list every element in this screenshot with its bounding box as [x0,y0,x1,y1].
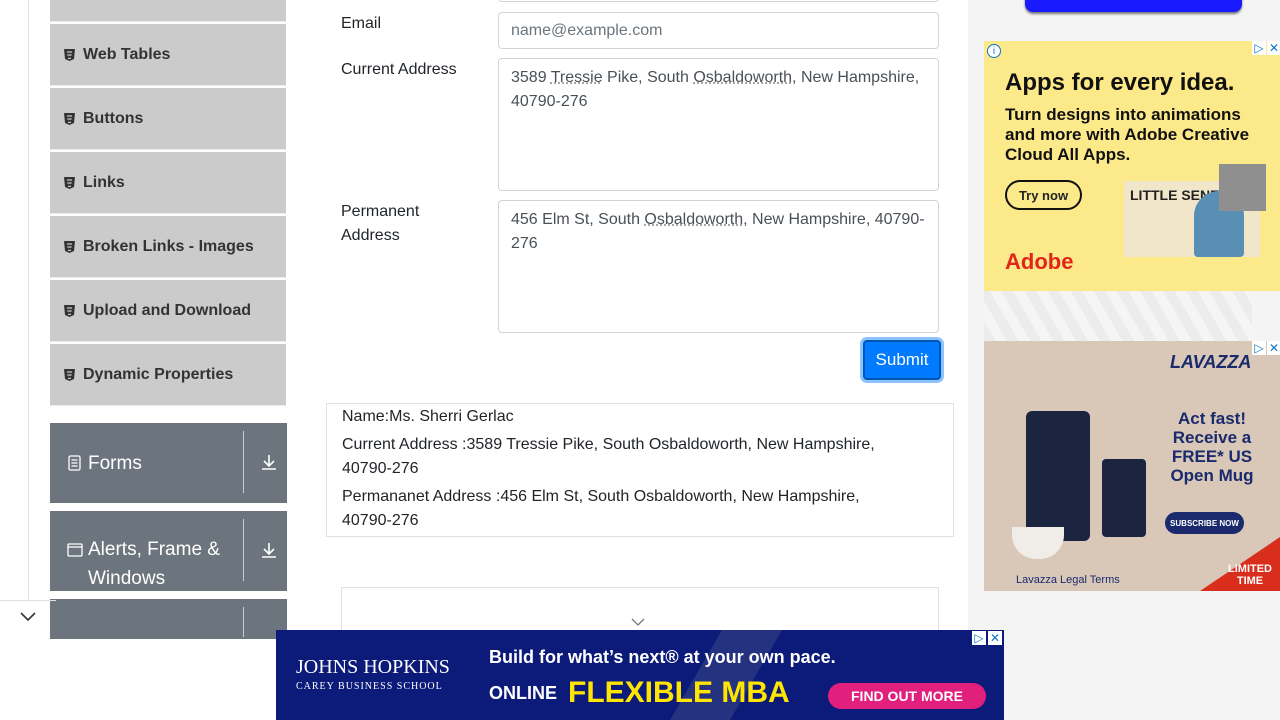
sidebar-item-previous[interactable] [50,0,286,22]
submit-button[interactable]: Submit [863,340,941,380]
sidebar-group-title: Alerts, Frame & Windows [88,539,220,589]
limited-time-label: LIMITED TIME [1228,563,1272,587]
current-address-label: Current Address [341,61,457,78]
sidebar-group-forms[interactable]: Forms [50,423,287,503]
sidebar-item-upload-download[interactable]: Upload and Download [50,280,286,342]
sidebar-item-label: Dynamic Properties [83,365,234,383]
html5-icon [64,304,75,317]
output-permanent-address: Permananet Address :456 Elm St, South Os… [342,488,860,529]
spellcheck-word: Tressie [550,69,603,86]
ad-tagline: Build for what’s next® at your own pace. [489,647,836,667]
coffee-bag-image [1026,411,1090,541]
output-name: Name:Ms. Sherri Gerlac [342,408,514,425]
spellcheck-word: Osbaldoworth [644,211,744,228]
ad-online-label: ONLINE [489,683,558,703]
sidebar-group-alerts[interactable]: Alerts, Frame & Windows [50,511,287,591]
spellcheck-word: Osbaldoworth [693,69,793,86]
html5-icon [64,176,75,189]
jhu-banner-ad[interactable]: JOHNS HOPKINS CAREY BUSINESS SCHOOL Build… [276,630,1004,720]
html5-icon [64,368,75,381]
output-current-address: Current Address :3589 Tressie Pike, Sout… [342,436,875,477]
permanent-address-field[interactable]: 456 Elm St, South Osbaldoworth, New Hamp… [498,200,939,333]
previous-input[interactable] [498,0,939,2]
lavazza-ad[interactable]: LAVAZZA Act fast! Receive a FREE* US Ope… [984,341,1280,591]
ad-info-icon[interactable]: ▷ [972,631,986,645]
collapse-toggle[interactable] [0,600,56,628]
divider [243,519,244,581]
sidebar-item-buttons[interactable]: Buttons [50,88,286,150]
close-icon[interactable]: ✕ [988,631,1002,645]
adobe-logo: Adobe [1005,249,1074,274]
pattern-background [984,291,1252,341]
text: Pike, South [602,69,694,86]
email-label: Email [341,15,382,32]
document-icon [67,455,82,471]
sidebar-item-label: Buttons [83,109,144,127]
close-icon[interactable]: ✕ [1267,41,1280,55]
current-address-field[interactable]: 3589 Tressie Pike, South Osbaldoworth, N… [498,58,939,191]
download-icon[interactable] [260,541,278,564]
sidebar-item-label: Broken Links - Images [83,237,254,255]
ad-headline: Act fast! Receive a FREE* US Open Mug [1170,409,1254,485]
subscribe-button[interactable]: SUBSCRIBE NOW [1165,512,1244,534]
school-name: JOHNS HOPKINS [296,656,450,678]
coffee-bag-image [1102,459,1146,537]
text: 3589 [511,69,551,86]
ad-info-icon[interactable]: ▷ [1252,341,1266,355]
sidebar-item-links[interactable]: Links [50,152,286,214]
sidebar-group-next[interactable] [50,599,287,639]
adobe-ad[interactable]: Apps for every idea. Turn designs into a… [984,41,1280,291]
adchoices-icon[interactable]: i [987,44,1001,58]
divider [243,607,244,637]
window-icon [67,543,83,559]
sidebar-item-label: Links [83,173,125,191]
output-panel: Name:Ms. Sherri Gerlac Current Address :… [326,403,954,537]
text: 456 Elm St, South [511,211,645,228]
school-subtitle: CAREY BUSINESS SCHOOL [296,681,443,692]
coffee-cup-image [1012,527,1064,559]
sidebar-group-title: Forms [88,452,142,474]
sidebar-item-dynamic-properties[interactable]: Dynamic Properties [50,344,286,406]
permanent-address-label: Permanent Address [341,203,420,244]
sidebar-item-label: Upload and Download [83,301,251,319]
school-logo: JOHNS HOPKINS CAREY BUSINESS SCHOOL [296,657,450,697]
ad-body: Turn designs into animations and more wi… [1005,105,1250,164]
legal-link[interactable]: Lavazza Legal Terms [1016,574,1120,586]
left-rail-divider [28,0,29,600]
ad-program: FLEXIBLE MBA [568,676,790,709]
download-icon[interactable] [260,453,278,476]
close-icon[interactable]: ✕ [1267,341,1280,355]
divider [243,431,244,493]
html5-icon [64,48,75,61]
html5-icon [64,240,75,253]
overlay-block [1219,164,1266,211]
try-now-button[interactable]: Try now [1005,180,1082,210]
ad-headline: Apps for every idea. [1005,69,1235,96]
find-out-more-button[interactable]: FIND OUT MORE [828,683,986,709]
ad-info-icon[interactable]: ▷ [1252,41,1266,55]
email-field[interactable]: name@example.com [498,12,939,49]
chevron-down-icon [20,609,36,627]
sidebar-item-broken-links[interactable]: Broken Links - Images [50,216,286,278]
ad-button[interactable] [1025,0,1242,12]
html5-icon [64,112,75,125]
sidebar-item-label: Web Tables [83,45,171,63]
page: Web Tables Buttons Links Broken Links - … [0,0,1280,720]
sidebar-item-web-tables[interactable]: Web Tables [50,24,286,86]
brand-logo: LAVAZZA [1170,352,1252,372]
